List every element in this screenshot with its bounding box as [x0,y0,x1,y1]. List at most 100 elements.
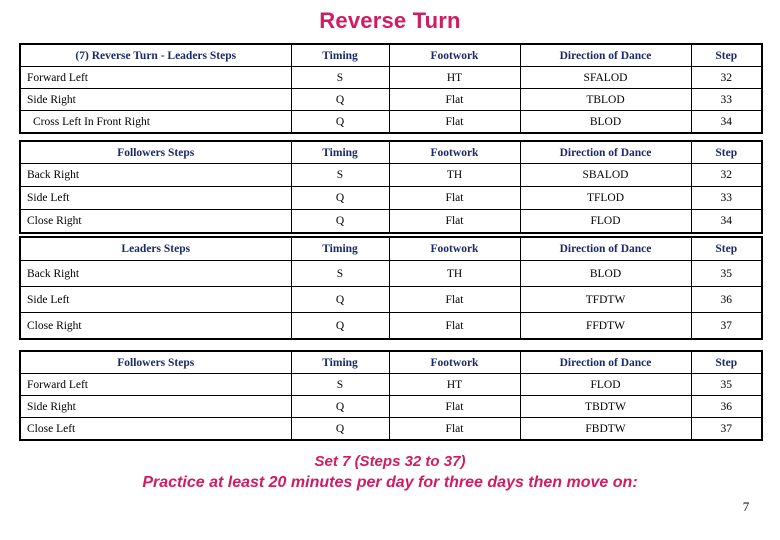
column-header-direction: Direction of Dance [519,43,692,67]
cell-step: 33 [690,88,763,111]
cell-step: 36 [690,286,763,313]
table-header-row: Followers Steps Timing Footwork Directio… [19,140,763,164]
table-header-row: Leaders Steps Timing Footwork Direction … [19,236,763,261]
cell-footwork: HT [388,66,521,89]
cell-step: 34 [690,209,763,234]
cell-direction: TBLOD [519,88,692,111]
cell-footwork: Flat [388,312,521,340]
steps-table-followers-1: Followers Steps Timing Footwork Directio… [19,140,763,234]
cell-timing: Q [290,186,390,210]
cell-timing: Q [290,110,390,134]
cell-footwork: TH [388,163,521,187]
column-header-timing: Timing [290,43,390,67]
steps-table-leaders-2: Leaders Steps Timing Footwork Direction … [19,236,763,340]
table-row: Close Right Q Flat FFDTW 37 [19,312,763,340]
cell-direction: FLOD [519,373,692,396]
cell-step-name: Side Right [19,395,292,418]
column-header-step: Step [690,350,763,374]
cell-direction: FFDTW [519,312,692,340]
cell-timing: S [290,373,390,396]
cell-step-name: Close Right [19,312,292,340]
cell-footwork: Flat [388,209,521,234]
footer-practice-instruction: Practice at least 20 minutes per day for… [142,474,638,491]
column-header-timing: Timing [290,350,390,374]
column-header-step-name: Followers Steps [19,140,292,164]
cell-step-name: Side Left [19,186,292,210]
footer-set-label: Set 7 (Steps 32 to 37) [314,453,466,470]
cell-timing: S [290,260,390,287]
cell-timing: Q [290,88,390,111]
cell-step-name: Back Right [19,163,292,187]
cell-direction: BLOD [519,110,692,134]
cell-direction: TBDTW [519,395,692,418]
column-header-step: Step [690,140,763,164]
cell-direction: FBDTW [519,417,692,441]
cell-step: 35 [690,260,763,287]
column-header-timing: Timing [290,140,390,164]
footer-note: Set 7 (Steps 32 to 37) Practice at least… [0,452,780,494]
cell-direction: TFDTW [519,286,692,313]
table-row: Forward Left S HT SFALOD 32 [19,66,763,89]
table-row: Side Left Q Flat TFLOD 33 [19,186,763,210]
cell-timing: Q [290,286,390,313]
table-row: Cross Left In Front Right Q Flat BLOD 34 [19,110,763,134]
cell-step-name: Close Left [19,417,292,441]
cell-step-name: Back Right [19,260,292,287]
table-header-row: (7) Reverse Turn - Leaders Steps Timing … [19,43,763,67]
table-row: Forward Left S HT FLOD 35 [19,373,763,396]
column-header-step: Step [690,43,763,67]
cell-timing: Q [290,395,390,418]
cell-step: 37 [690,312,763,340]
column-header-footwork: Footwork [388,140,521,164]
cell-timing: S [290,66,390,89]
column-header-footwork: Footwork [388,236,521,261]
column-header-step-name: (7) Reverse Turn - Leaders Steps [19,43,292,67]
table-row: Close Left Q Flat FBDTW 37 [19,417,763,441]
table-row: Side Right Q Flat TBDTW 36 [19,395,763,418]
cell-timing: S [290,163,390,187]
column-header-step-name: Leaders Steps [19,236,292,261]
cell-footwork: Flat [388,110,521,134]
cell-timing: Q [290,312,390,340]
page-title: Reverse Turn [319,8,461,33]
table-header-row: Followers Steps Timing Footwork Directio… [19,350,763,374]
column-header-timing: Timing [290,236,390,261]
cell-footwork: Flat [388,395,521,418]
cell-step-name: Forward Left [19,66,292,89]
steps-table-followers-2: Followers Steps Timing Footwork Directio… [19,350,763,441]
steps-table-leaders-1: (7) Reverse Turn - Leaders Steps Timing … [19,43,763,134]
cell-step-name: Side Right [19,88,292,111]
column-header-direction: Direction of Dance [519,140,692,164]
page-number: 7 [742,499,750,514]
column-header-step-name: Followers Steps [19,350,292,374]
column-header-footwork: Footwork [388,43,521,67]
table-row: Side Right Q Flat TBLOD 33 [19,88,763,111]
cell-direction: BLOD [519,260,692,287]
table-row: Close Right Q Flat FLOD 34 [19,209,763,234]
cell-footwork: Flat [388,417,521,441]
cell-step: 35 [690,373,763,396]
cell-step-name: Side Left [19,286,292,313]
cell-direction: TFLOD [519,186,692,210]
cell-step: 32 [690,66,763,89]
table-row: Back Right S TH SBALOD 32 [19,163,763,187]
cell-footwork: Flat [388,286,521,313]
cell-direction: FLOD [519,209,692,234]
cell-step: 36 [690,395,763,418]
column-header-direction: Direction of Dance [519,350,692,374]
cell-direction: SFALOD [519,66,692,89]
cell-step: 37 [690,417,763,441]
cell-step-name: Close Right [19,209,292,234]
table-row: Side Left Q Flat TFDTW 36 [19,286,763,313]
cell-step-name: Forward Left [19,373,292,396]
cell-direction: SBALOD [519,163,692,187]
cell-timing: Q [290,209,390,234]
table-row: Back Right S TH BLOD 35 [19,260,763,287]
cell-step-name: Cross Left In Front Right [19,110,292,134]
column-header-direction: Direction of Dance [519,236,692,261]
cell-step: 34 [690,110,763,134]
column-header-footwork: Footwork [388,350,521,374]
cell-step: 32 [690,163,763,187]
cell-step: 33 [690,186,763,210]
cell-timing: Q [290,417,390,441]
